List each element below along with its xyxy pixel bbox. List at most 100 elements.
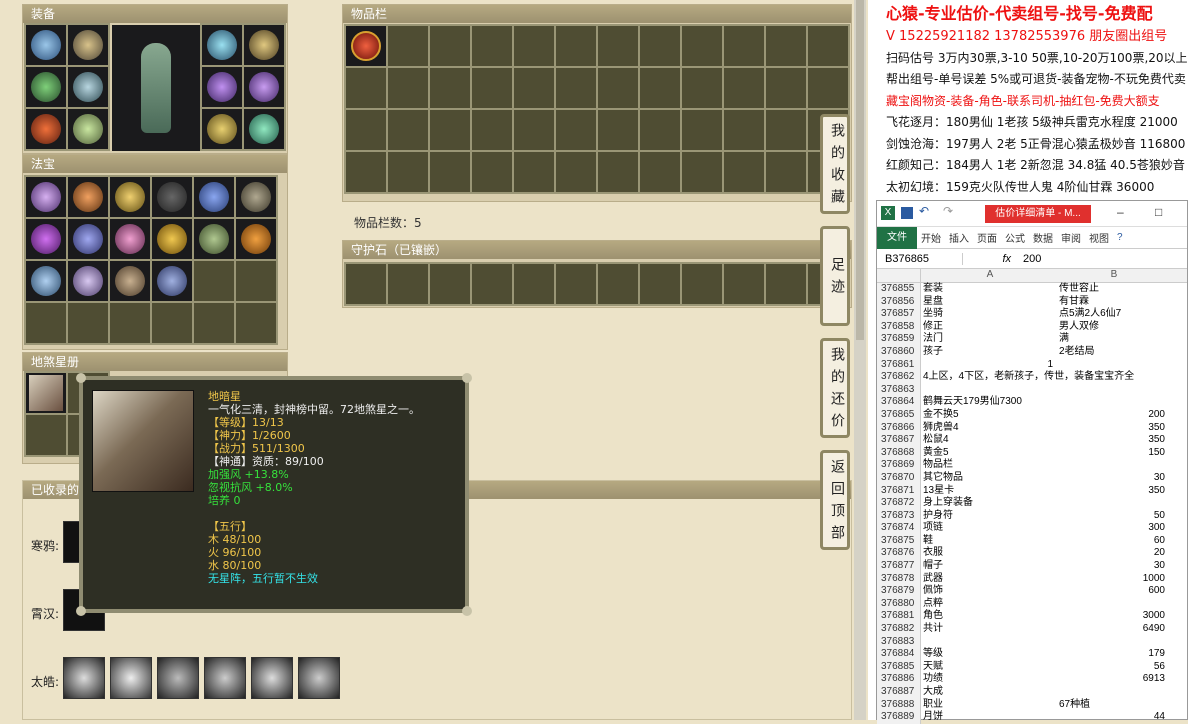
ribbon-tab-page[interactable]: 页面 bbox=[973, 230, 1001, 245]
item-slot[interactable] bbox=[724, 26, 764, 66]
cell-b[interactable]: 20 bbox=[1057, 547, 1169, 560]
cell-a[interactable]: 功绩 bbox=[921, 673, 1057, 686]
cell-a[interactable]: 点粹 bbox=[921, 598, 1057, 611]
row-number[interactable]: 376872 bbox=[877, 497, 921, 510]
ribbon-tab-insert[interactable]: 插入 bbox=[945, 230, 973, 245]
equip-slot[interactable] bbox=[68, 67, 108, 107]
person-item[interactable] bbox=[157, 657, 199, 699]
item-slot[interactable] bbox=[766, 110, 806, 150]
save-icon[interactable] bbox=[901, 207, 913, 219]
person-item[interactable] bbox=[204, 657, 246, 699]
cell-a[interactable]: 佩饰 bbox=[921, 585, 1057, 598]
item-slot[interactable] bbox=[388, 152, 428, 192]
footprint-button[interactable]: 足迹 bbox=[820, 226, 850, 326]
fabao-slot[interactable] bbox=[26, 219, 66, 259]
row-number[interactable]: 376869 bbox=[877, 459, 921, 472]
cell-b[interactable] bbox=[1057, 636, 1169, 649]
corner-cell[interactable] bbox=[877, 269, 921, 282]
item-slot[interactable] bbox=[640, 68, 680, 108]
cell-a[interactable]: 松鼠4 bbox=[921, 434, 1057, 447]
row-number[interactable]: 376865 bbox=[877, 408, 921, 422]
dishaxing-slot-empty[interactable] bbox=[26, 415, 66, 455]
item-slot[interactable] bbox=[724, 68, 764, 108]
guard-slot[interactable] bbox=[724, 264, 764, 304]
item-slot[interactable] bbox=[346, 152, 386, 192]
cell-b[interactable]: 150 bbox=[1057, 447, 1169, 460]
cell-b[interactable]: 30 bbox=[1057, 472, 1169, 485]
fabao-slot-empty[interactable] bbox=[110, 303, 150, 343]
cell-a[interactable] bbox=[921, 636, 1057, 649]
fabao-slot[interactable] bbox=[194, 177, 234, 217]
guard-slot[interactable] bbox=[472, 264, 512, 304]
item-slot[interactable] bbox=[598, 26, 638, 66]
cell-b[interactable]: 44 bbox=[1057, 711, 1169, 724]
item-slot[interactable] bbox=[430, 152, 470, 192]
cell-a[interactable]: 黄金5 bbox=[921, 447, 1057, 460]
guard-slot[interactable] bbox=[430, 264, 470, 304]
ribbon-tab-formula[interactable]: 公式 bbox=[1001, 230, 1029, 245]
item-slot[interactable] bbox=[472, 152, 512, 192]
dishaxing-slot[interactable] bbox=[26, 373, 66, 413]
cell-a[interactable]: 套装 bbox=[921, 283, 1057, 296]
item-slot[interactable] bbox=[682, 26, 722, 66]
cell-a[interactable]: 修正 bbox=[921, 321, 1057, 334]
row-number[interactable]: 376868 bbox=[877, 446, 921, 460]
fabao-slot-empty[interactable] bbox=[236, 303, 276, 343]
item-slot[interactable] bbox=[598, 110, 638, 150]
cell-a[interactable]: 1 bbox=[921, 359, 1057, 372]
cell-b[interactable]: 传世容止 bbox=[1057, 283, 1169, 296]
cell-a[interactable]: 月饼 bbox=[921, 711, 1057, 724]
cell-b[interactable]: 3000 bbox=[1057, 610, 1169, 623]
equip-slot[interactable] bbox=[202, 25, 242, 65]
row-number[interactable]: 376860 bbox=[877, 345, 921, 359]
equip-slot[interactable] bbox=[244, 67, 284, 107]
cell-a[interactable]: 护身符 bbox=[921, 510, 1057, 523]
row-number[interactable]: 376874 bbox=[877, 522, 921, 535]
excel-title-tab[interactable]: 估价详细清单 - M... bbox=[985, 205, 1091, 223]
cell-a[interactable]: 共计 bbox=[921, 623, 1057, 636]
row-number[interactable]: 376859 bbox=[877, 333, 921, 346]
row-number[interactable]: 376875 bbox=[877, 534, 921, 548]
cell-b[interactable] bbox=[1057, 598, 1169, 611]
item-slot[interactable] bbox=[514, 68, 554, 108]
cell-b[interactable]: 350 bbox=[1057, 422, 1169, 435]
item-slot[interactable] bbox=[808, 26, 848, 66]
item-slot[interactable] bbox=[472, 110, 512, 150]
row-number[interactable]: 376857 bbox=[877, 308, 921, 321]
item-slot[interactable] bbox=[640, 26, 680, 66]
fabao-slot[interactable] bbox=[110, 219, 150, 259]
cell-a[interactable]: 13星卡 bbox=[921, 485, 1057, 498]
cell-b[interactable] bbox=[1057, 686, 1169, 699]
fabao-slot[interactable] bbox=[152, 261, 192, 301]
item-slot[interactable] bbox=[430, 26, 470, 66]
ribbon-tab-file[interactable]: 文件 bbox=[877, 226, 917, 249]
cell-a[interactable]: 等级 bbox=[921, 648, 1057, 661]
cell-a[interactable]: 鞋 bbox=[921, 535, 1057, 548]
item-slot[interactable] bbox=[472, 26, 512, 66]
item-slot[interactable] bbox=[682, 68, 722, 108]
cell-a[interactable]: 孩子 bbox=[921, 346, 1057, 359]
cell-b[interactable]: 56 bbox=[1057, 661, 1169, 674]
formula-input[interactable]: 200 bbox=[1019, 253, 1041, 265]
item-slot[interactable] bbox=[556, 68, 596, 108]
item-slot[interactable] bbox=[724, 152, 764, 192]
row-number[interactable]: 376855 bbox=[877, 283, 921, 296]
fabao-slot[interactable] bbox=[194, 219, 234, 259]
cell-a[interactable]: 职业 bbox=[921, 699, 1057, 712]
equip-slot[interactable] bbox=[202, 67, 242, 107]
fabao-slot-empty[interactable] bbox=[68, 303, 108, 343]
ribbon-tab-home[interactable]: 开始 bbox=[917, 230, 945, 245]
row-number[interactable]: 376867 bbox=[877, 434, 921, 447]
person-item[interactable] bbox=[110, 657, 152, 699]
guard-slot[interactable] bbox=[388, 264, 428, 304]
row-number[interactable]: 376876 bbox=[877, 547, 921, 561]
row-number[interactable]: 376880 bbox=[877, 597, 921, 611]
cell-b[interactable] bbox=[1057, 359, 1169, 372]
cell-a[interactable]: 狮虎兽4 bbox=[921, 422, 1057, 435]
item-slot[interactable] bbox=[640, 110, 680, 150]
fabao-slot-empty[interactable] bbox=[152, 303, 192, 343]
item-slot[interactable] bbox=[514, 152, 554, 192]
item-slot[interactable] bbox=[388, 110, 428, 150]
fabao-slot[interactable] bbox=[152, 177, 192, 217]
cell-b[interactable]: 350 bbox=[1057, 485, 1169, 498]
